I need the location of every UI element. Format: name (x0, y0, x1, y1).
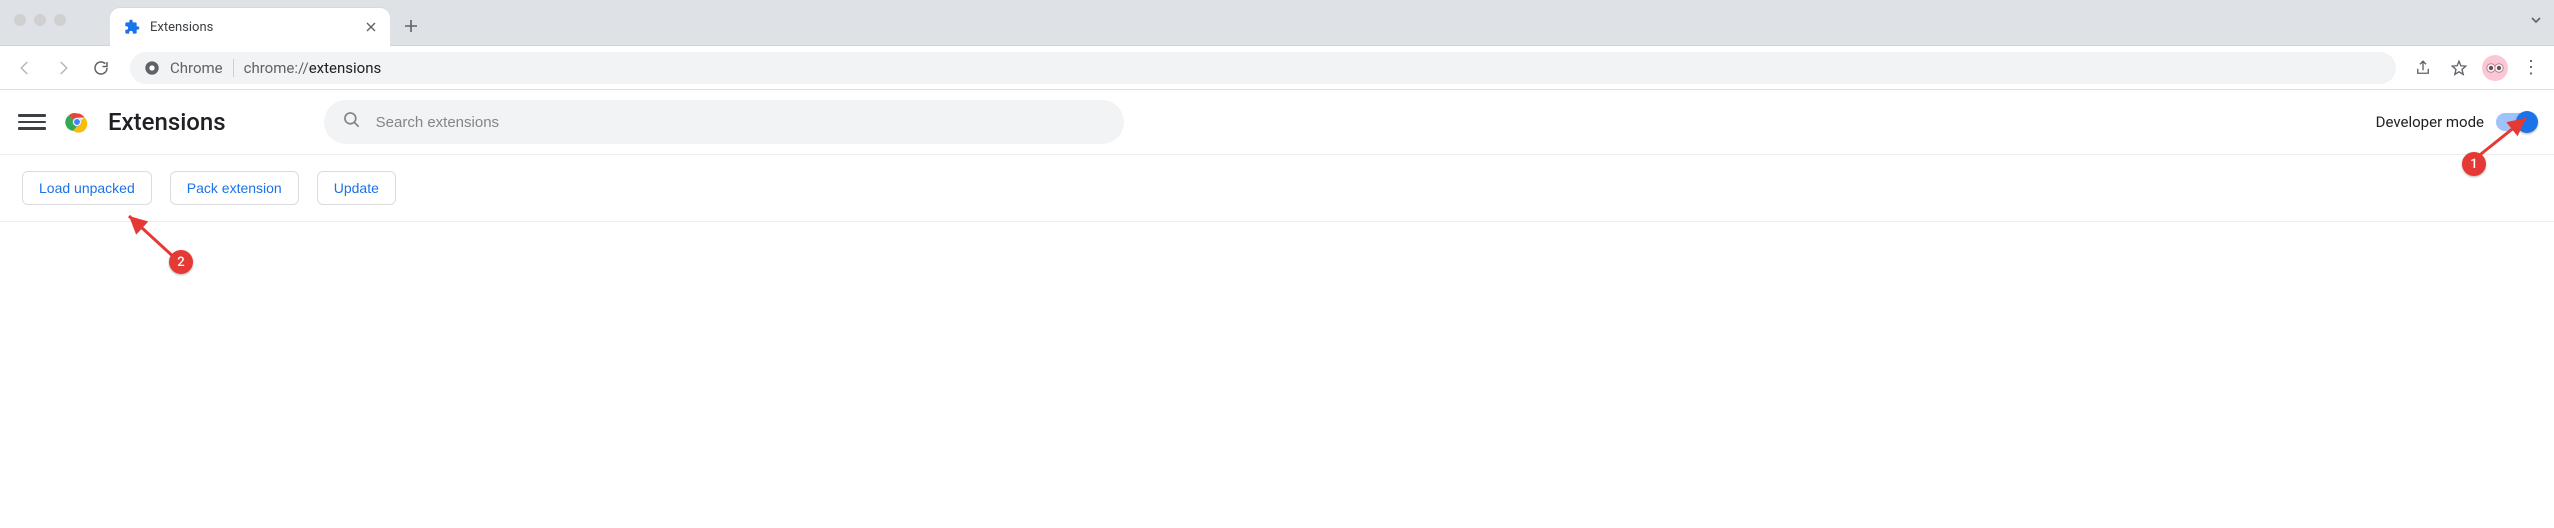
omnibox-url-scheme: chrome:// (244, 59, 309, 77)
close-tab-icon[interactable] (362, 18, 380, 36)
load-unpacked-button[interactable]: Load unpacked (22, 171, 152, 205)
back-button[interactable] (10, 53, 40, 83)
omnibox-url-path: extensions (309, 59, 382, 77)
close-window-dot[interactable] (14, 14, 26, 26)
tab-title: Extensions (150, 20, 352, 35)
extensions-header: Extensions Developer mode (0, 90, 2554, 155)
address-bar[interactable]: Chrome chrome://extensions (130, 52, 2396, 84)
more-menu-icon[interactable]: ⋮ (2518, 55, 2544, 81)
forward-button[interactable] (48, 53, 78, 83)
maximize-window-dot[interactable] (54, 14, 66, 26)
bookmark-star-icon[interactable] (2446, 55, 2472, 81)
omnibox-url: chrome://extensions (244, 59, 382, 77)
update-button[interactable]: Update (317, 171, 396, 205)
developer-mode-label: Developer mode (2376, 113, 2484, 131)
toolbar-right: ⋮ (2410, 55, 2544, 81)
search-input[interactable] (376, 114, 1106, 131)
search-icon (342, 110, 362, 134)
browser-tab[interactable]: Extensions (110, 8, 390, 46)
developer-actions: Load unpacked Pack extension Update (0, 155, 2554, 222)
menu-hamburger-icon[interactable] (18, 108, 46, 136)
minimize-window-dot[interactable] (34, 14, 46, 26)
omnibox-chip-label: Chrome (170, 59, 234, 77)
tab-strip: Extensions (0, 0, 2554, 46)
chrome-logo-icon (64, 109, 90, 135)
search-extensions[interactable] (324, 100, 1124, 144)
reload-button[interactable] (86, 53, 116, 83)
share-icon[interactable] (2410, 55, 2436, 81)
developer-mode-control: Developer mode (2376, 113, 2536, 131)
chrome-icon (144, 60, 160, 76)
pack-extension-button[interactable]: Pack extension (170, 171, 299, 205)
profile-avatar[interactable] (2482, 55, 2508, 81)
annotation-badge-2: 2 (169, 250, 193, 274)
window-controls (14, 14, 66, 26)
tabs-dropdown-icon[interactable] (2530, 14, 2542, 30)
extension-puzzle-icon (124, 19, 140, 35)
page-title: Extensions (108, 108, 226, 136)
developer-mode-toggle[interactable] (2496, 113, 2536, 131)
new-tab-button[interactable] (396, 11, 426, 41)
browser-toolbar: Chrome chrome://extensions ⋮ (0, 46, 2554, 90)
